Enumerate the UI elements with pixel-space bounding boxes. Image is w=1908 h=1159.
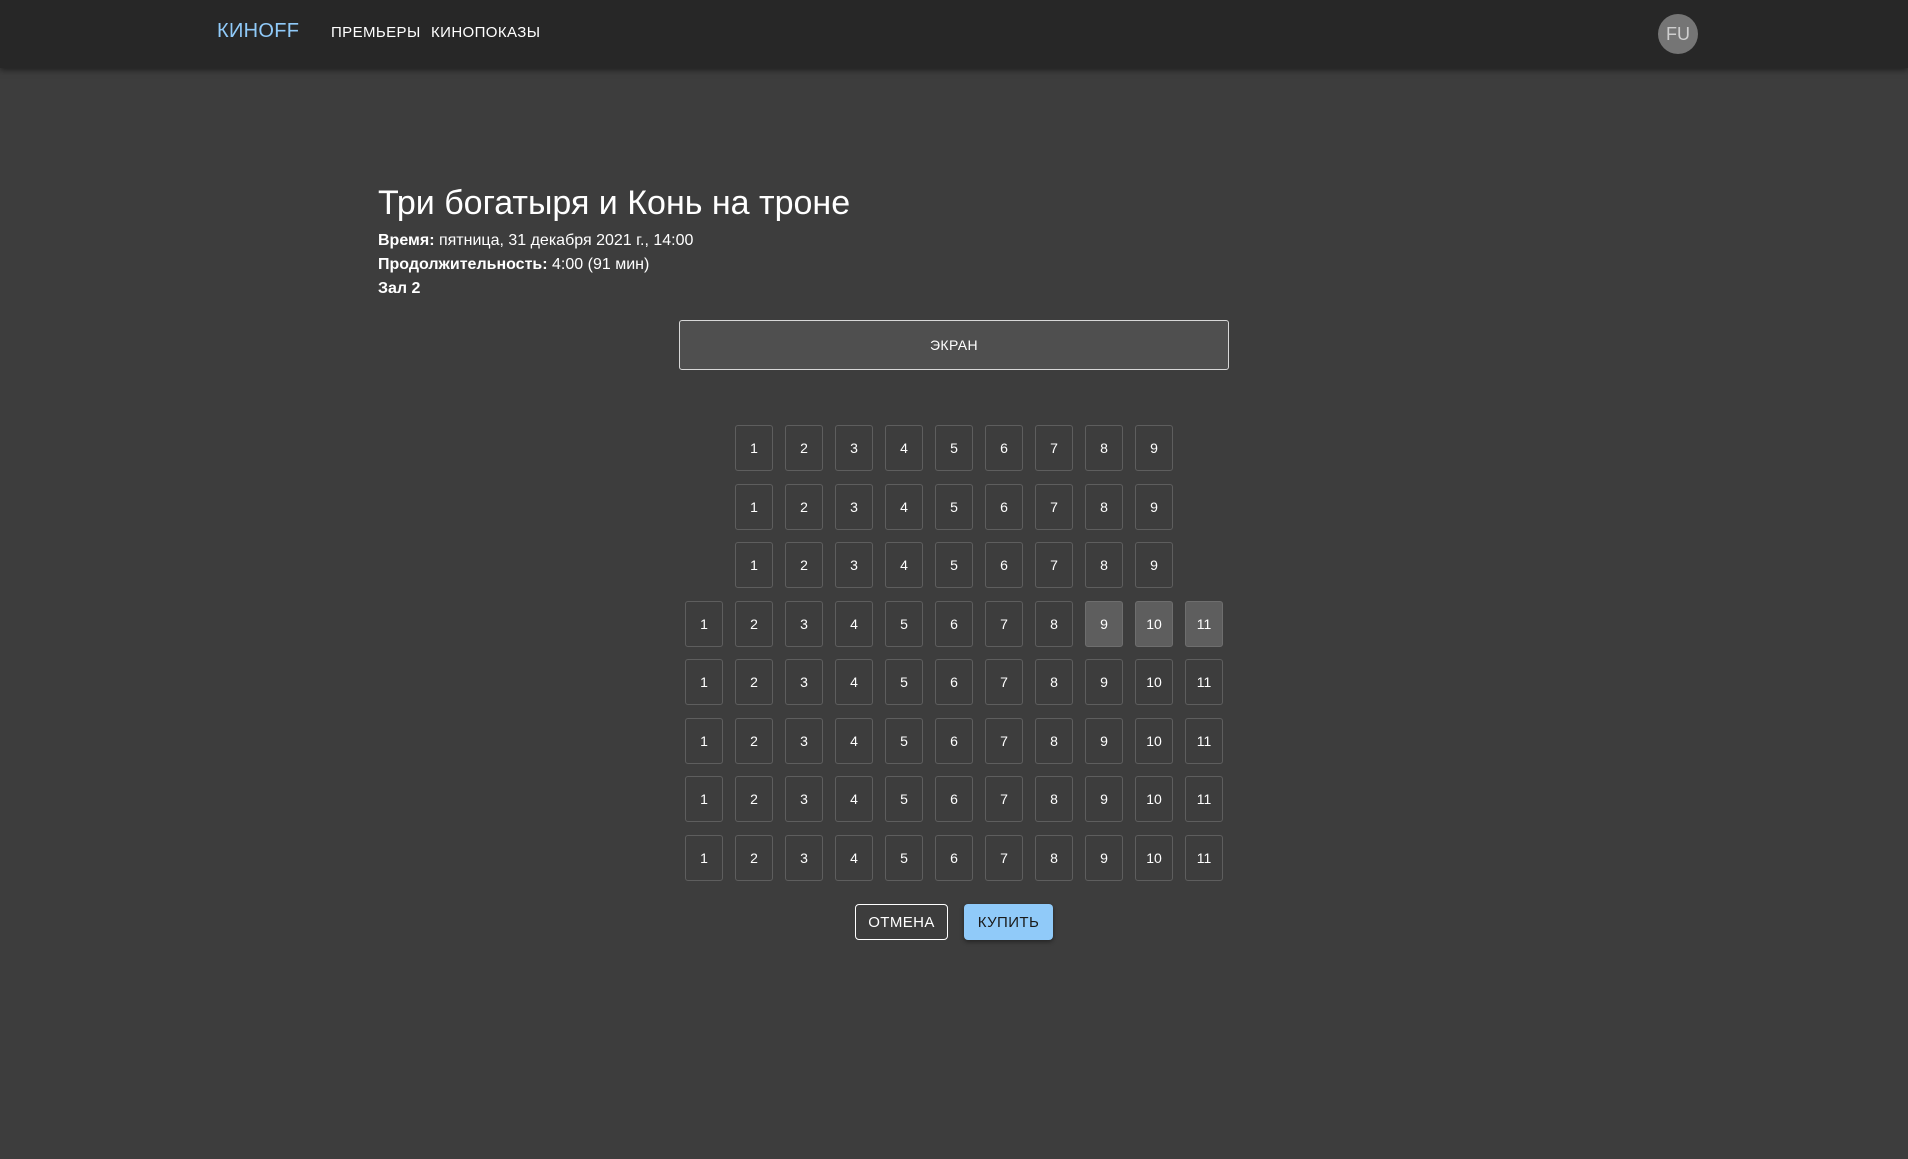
seat-r1-s8[interactable]: 8 [1085, 425, 1123, 471]
seat-r6-s8[interactable]: 8 [1035, 718, 1073, 764]
cancel-button[interactable]: ОТМЕНА [855, 904, 948, 940]
seat-r6-s3[interactable]: 3 [785, 718, 823, 764]
seat-r4-s7[interactable]: 7 [985, 601, 1023, 647]
app-bar: КИНОFF ПРЕМЬЕРЫ КИНОПОКАЗЫ FU [0, 0, 1908, 68]
seat-r3-s4[interactable]: 4 [885, 542, 923, 588]
seat-r7-s8[interactable]: 8 [1035, 776, 1073, 822]
seat-r1-s4[interactable]: 4 [885, 425, 923, 471]
session-time-value: пятница, 31 декабря 2021 г., 14:00 [438, 232, 694, 249]
seat-r8-s4[interactable]: 4 [835, 835, 873, 881]
hall-name: Зал 2 [378, 280, 421, 297]
seat-r8-s10[interactable]: 10 [1135, 835, 1173, 881]
seat-r8-s1[interactable]: 1 [685, 835, 723, 881]
user-avatar[interactable]: FU [1658, 14, 1698, 54]
seat-r5-s7[interactable]: 7 [985, 659, 1023, 705]
seat-r8-s6[interactable]: 6 [935, 835, 973, 881]
seat-r6-s10[interactable]: 10 [1135, 718, 1173, 764]
seat-r5-s9[interactable]: 9 [1085, 659, 1123, 705]
seat-r4-s4[interactable]: 4 [835, 601, 873, 647]
seat-r6-s2[interactable]: 2 [735, 718, 773, 764]
seat-r8-s8[interactable]: 8 [1035, 835, 1073, 881]
seat-r5-s5[interactable]: 5 [885, 659, 923, 705]
seat-r2-s5[interactable]: 5 [935, 484, 973, 530]
nav-premieres[interactable]: ПРЕМЬЕРЫ [331, 24, 421, 41]
seat-r3-s6[interactable]: 6 [985, 542, 1023, 588]
nav-screenings[interactable]: КИНОПОКАЗЫ [431, 24, 540, 41]
seat-r7-s9[interactable]: 9 [1085, 776, 1123, 822]
seat-r1-s1[interactable]: 1 [735, 425, 773, 471]
movie-title: Три богатыря и Конь на троне [378, 184, 851, 222]
seat-r5-s8[interactable]: 8 [1035, 659, 1073, 705]
seat-r8-s2[interactable]: 2 [735, 835, 773, 881]
seat-r1-s3[interactable]: 3 [835, 425, 873, 471]
seat-r8-s7[interactable]: 7 [985, 835, 1023, 881]
brand-logo[interactable]: КИНОFF [217, 20, 299, 43]
seat-r7-s11[interactable]: 11 [1185, 776, 1223, 822]
cinema-screen: ЭКРАН [679, 320, 1229, 370]
seat-r6-s7[interactable]: 7 [985, 718, 1023, 764]
seat-r2-s9[interactable]: 9 [1135, 484, 1173, 530]
session-duration-value: 4:00 (91 мин) [552, 256, 650, 273]
seat-r7-s2[interactable]: 2 [735, 776, 773, 822]
seat-r2-s7[interactable]: 7 [1035, 484, 1073, 530]
seat-r4-s10[interactable]: 10 [1135, 601, 1173, 647]
buy-button[interactable]: КУПИТЬ [964, 904, 1053, 940]
session-time: Время: пятница, 31 декабря 2021 г., 14:0… [378, 232, 693, 250]
seat-r2-s3[interactable]: 3 [835, 484, 873, 530]
seat-r7-s10[interactable]: 10 [1135, 776, 1173, 822]
seat-r1-s2[interactable]: 2 [785, 425, 823, 471]
seat-r3-s7[interactable]: 7 [1035, 542, 1073, 588]
session-duration: Продолжительность: 4:00 (91 мин) [378, 256, 649, 274]
seat-r4-s11[interactable]: 11 [1185, 601, 1223, 647]
seat-r1-s9[interactable]: 9 [1135, 425, 1173, 471]
seat-r2-s6[interactable]: 6 [985, 484, 1023, 530]
seat-r5-s2[interactable]: 2 [735, 659, 773, 705]
seat-r5-s6[interactable]: 6 [935, 659, 973, 705]
seat-r6-s5[interactable]: 5 [885, 718, 923, 764]
seat-r6-s6[interactable]: 6 [935, 718, 973, 764]
seat-r5-s4[interactable]: 4 [835, 659, 873, 705]
seat-r4-s5[interactable]: 5 [885, 601, 923, 647]
seat-r2-s2[interactable]: 2 [785, 484, 823, 530]
seat-r4-s2[interactable]: 2 [735, 601, 773, 647]
seat-r3-s3[interactable]: 3 [835, 542, 873, 588]
seat-r8-s3[interactable]: 3 [785, 835, 823, 881]
seat-r7-s1[interactable]: 1 [685, 776, 723, 822]
seat-r6-s11[interactable]: 11 [1185, 718, 1223, 764]
seat-r6-s9[interactable]: 9 [1085, 718, 1123, 764]
seat-r1-s7[interactable]: 7 [1035, 425, 1073, 471]
seat-r7-s4[interactable]: 4 [835, 776, 873, 822]
seat-r1-s5[interactable]: 5 [935, 425, 973, 471]
seat-r6-s4[interactable]: 4 [835, 718, 873, 764]
seat-r2-s4[interactable]: 4 [885, 484, 923, 530]
seat-r8-s11[interactable]: 11 [1185, 835, 1223, 881]
seat-r1-s6[interactable]: 6 [985, 425, 1023, 471]
session-time-label: Время: [378, 232, 435, 249]
seat-map: 1 2 3 4 5 6 7 8 9 1 2 3 4 5 6 7 8 9 1 2 3 4 5 6 7 8 9 1 2 3 4 5 6 7 8 9 10 11… [0, 0, 1908, 1159]
seat-r4-s9[interactable]: 9 [1085, 601, 1123, 647]
seat-r8-s9[interactable]: 9 [1085, 835, 1123, 881]
seat-r5-s11[interactable]: 11 [1185, 659, 1223, 705]
seat-r7-s3[interactable]: 3 [785, 776, 823, 822]
seat-r5-s1[interactable]: 1 [685, 659, 723, 705]
seat-r4-s8[interactable]: 8 [1035, 601, 1073, 647]
seat-r7-s6[interactable]: 6 [935, 776, 973, 822]
seat-r2-s8[interactable]: 8 [1085, 484, 1123, 530]
seat-r7-s5[interactable]: 5 [885, 776, 923, 822]
seat-r3-s9[interactable]: 9 [1135, 542, 1173, 588]
seat-r6-s1[interactable]: 1 [685, 718, 723, 764]
seat-r4-s1[interactable]: 1 [685, 601, 723, 647]
seat-r5-s10[interactable]: 10 [1135, 659, 1173, 705]
seat-r7-s7[interactable]: 7 [985, 776, 1023, 822]
seat-r4-s3[interactable]: 3 [785, 601, 823, 647]
seat-r3-s5[interactable]: 5 [935, 542, 973, 588]
seat-r4-s6[interactable]: 6 [935, 601, 973, 647]
session-duration-label: Продолжительность: [378, 256, 548, 273]
seat-r3-s8[interactable]: 8 [1085, 542, 1123, 588]
seat-r2-s1[interactable]: 1 [735, 484, 773, 530]
seat-r3-s2[interactable]: 2 [785, 542, 823, 588]
seat-r3-s1[interactable]: 1 [735, 542, 773, 588]
seat-r8-s5[interactable]: 5 [885, 835, 923, 881]
seat-r5-s3[interactable]: 3 [785, 659, 823, 705]
